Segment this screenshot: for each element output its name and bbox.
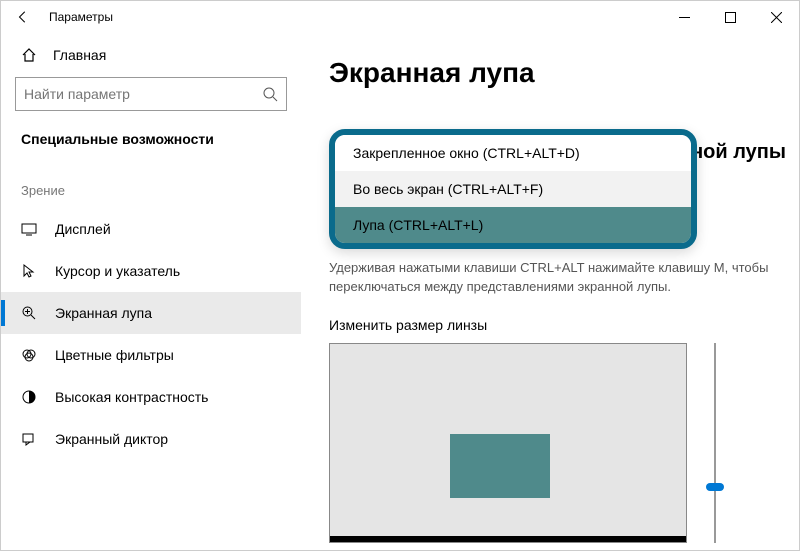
sidebar-item-high-contrast[interactable]: Высокая контрастность — [1, 376, 301, 418]
sidebar-item-display[interactable]: Дисплей — [1, 208, 301, 250]
section-title: Специальные возможности — [1, 131, 301, 163]
lens-bottom-bar — [330, 536, 686, 542]
lens-size-label: Изменить размер линзы — [329, 317, 487, 333]
sidebar-item-cursor[interactable]: Курсор и указатель — [1, 250, 301, 292]
dropdown-option-docked[interactable]: Закрепленное окно (CTRL+ALT+D) — [335, 135, 691, 171]
search-box[interactable] — [15, 77, 287, 111]
sidebar-item-narrator[interactable]: Экранный диктор — [1, 418, 301, 460]
nav-label: Курсор и указатель — [55, 263, 180, 279]
search-input[interactable] — [24, 86, 262, 102]
display-icon — [21, 221, 37, 237]
group-label: Зрение — [1, 163, 301, 208]
maximize-button[interactable] — [707, 1, 753, 33]
page-title: Экранная лупа — [329, 57, 799, 89]
color-filters-icon — [21, 347, 37, 363]
close-button[interactable] — [753, 1, 799, 33]
lens-preview — [329, 343, 687, 543]
hint-text: Удерживая нажатыми клавиши CTRL+ALT нажи… — [329, 259, 779, 297]
lens-height-slider[interactable] — [706, 343, 724, 543]
home-link[interactable]: Главная — [1, 41, 301, 77]
back-button[interactable] — [9, 3, 37, 31]
home-icon — [21, 47, 37, 63]
cursor-icon — [21, 263, 37, 279]
dropdown-option-fullscreen[interactable]: Во весь экран (CTRL+ALT+F) — [335, 171, 691, 207]
magnifier-icon — [21, 305, 37, 321]
lens-rectangle — [450, 434, 550, 498]
view-mode-dropdown[interactable]: Закрепленное окно (CTRL+ALT+D) Во весь э… — [329, 129, 697, 249]
slider-thumb[interactable] — [706, 483, 724, 491]
minimize-button[interactable] — [661, 1, 707, 33]
home-label: Главная — [53, 47, 106, 63]
sidebar-item-color-filters[interactable]: Цветные фильтры — [1, 334, 301, 376]
dropdown-option-lens[interactable]: Лупа (CTRL+ALT+L) — [335, 207, 691, 243]
narrator-icon — [21, 431, 37, 447]
window-title: Параметры — [49, 10, 113, 24]
nav-label: Высокая контрастность — [55, 389, 208, 405]
nav-label: Дисплей — [55, 221, 111, 237]
nav-label: Цветные фильтры — [55, 347, 174, 363]
search-icon — [262, 86, 278, 102]
nav-label: Экранный диктор — [55, 431, 168, 447]
slider-track — [714, 343, 716, 543]
high-contrast-icon — [21, 389, 37, 405]
nav-label: Экранная лупа — [55, 305, 152, 321]
sidebar-item-magnifier[interactable]: Экранная лупа — [1, 292, 301, 334]
